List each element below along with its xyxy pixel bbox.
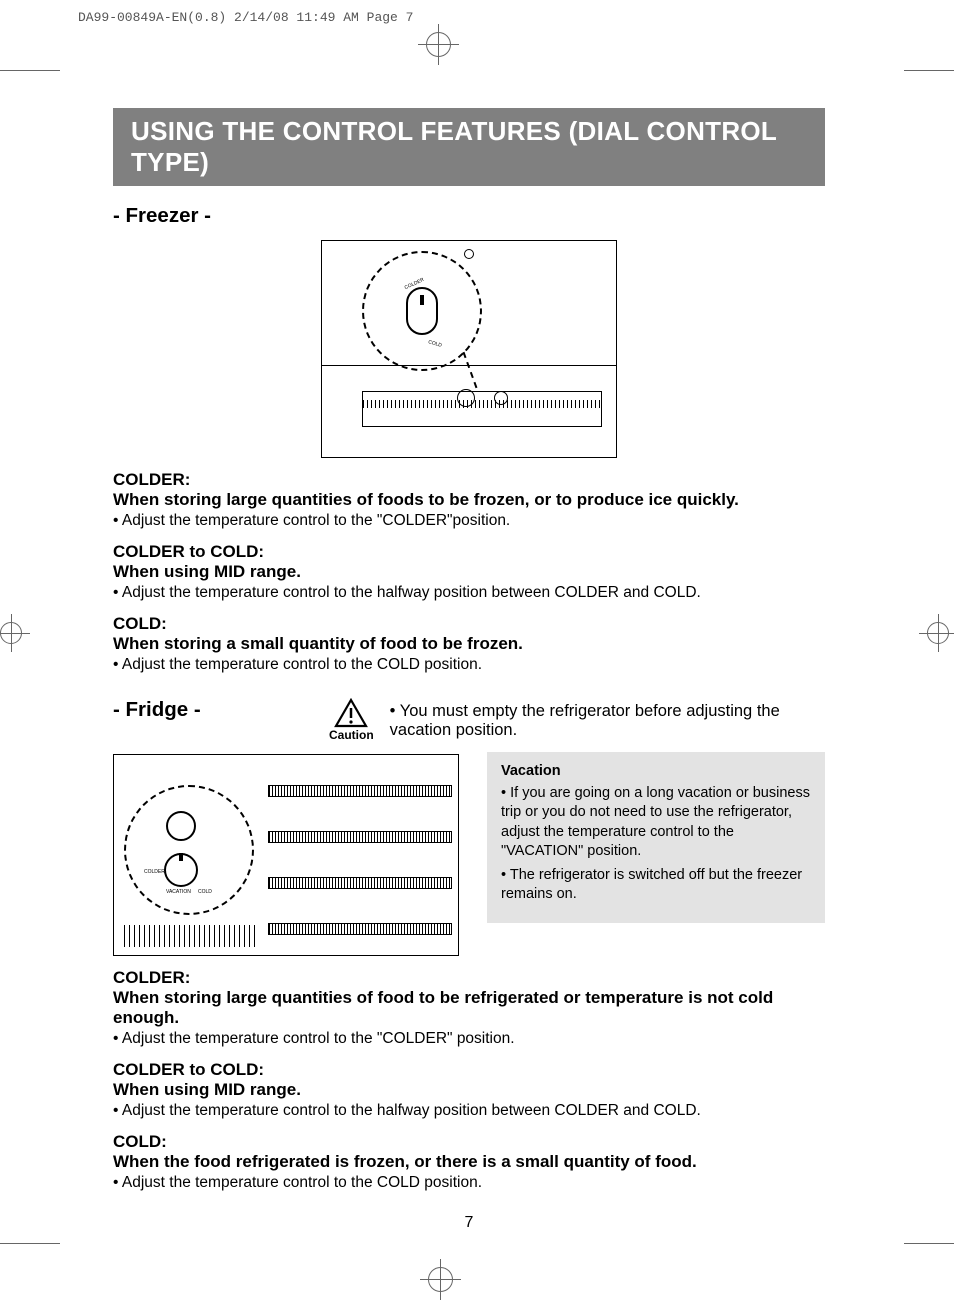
caution-label: Caution: [329, 728, 374, 742]
freezer-mid-sub: When using MID range.: [113, 562, 825, 582]
fridge-diagram: COLDER COLD VACATION: [113, 754, 459, 956]
freezer-dial-knob: [406, 287, 438, 335]
vacation-bullet-2: • The refrigerator is switched off but t…: [501, 866, 811, 905]
vacation-bullet-1: • If you are going on a long vacation or…: [501, 784, 811, 862]
print-slug: DA99-00849A-EN(0.8) 2/14/08 11:49 AM Pag…: [78, 10, 413, 25]
page-title: USING THE CONTROL FEATURES (DIAL CONTROL…: [113, 108, 825, 186]
fridge-dial-upper: [166, 811, 196, 841]
freezer-cold-sub: When storing a small quantity of food to…: [113, 634, 825, 654]
fridge-cold-sub: When the food refrigerated is frozen, or…: [113, 1152, 825, 1172]
fridge-dial-zoom: COLDER COLD VACATION: [124, 785, 254, 915]
fridge-colder-sub: When storing large quantities of food to…: [113, 988, 825, 1028]
vacation-box: Vacation • If you are going on a long va…: [487, 752, 825, 923]
freezer-colder-sub: When storing large quantities of foods t…: [113, 490, 825, 510]
fridge-mid-sub: When using MID range.: [113, 1080, 825, 1100]
fridge-colder-bullet: • Adjust the temperature control to the …: [113, 1030, 825, 1048]
fridge-heading: - Fridge -: [113, 698, 313, 722]
fridge-cold-bullet: • Adjust the temperature control to the …: [113, 1174, 825, 1192]
crop-mark: [904, 1243, 954, 1244]
freezer-cold-bullet: • Adjust the temperature control to the …: [113, 656, 825, 674]
freezer-mid-bullet: • Adjust the temperature control to the …: [113, 584, 825, 602]
dial-label-vacation: VACATION: [166, 889, 191, 895]
crop-mark: [904, 70, 954, 71]
fridge-dial-lower: [164, 853, 198, 887]
crop-mark: [438, 24, 439, 65]
caution-block: Caution: [329, 698, 374, 742]
dial-label-cold: COLD: [428, 339, 443, 348]
freezer-colder-bullet: • Adjust the temperature control to the …: [113, 512, 825, 530]
fridge-cold-heading: COLD:: [113, 1132, 825, 1152]
crop-mark: [440, 1259, 441, 1300]
caution-text: • You must empty the refrigerator before…: [390, 698, 825, 740]
fridge-mid-heading: COLDER to COLD:: [113, 1060, 825, 1080]
vacation-heading: Vacation: [501, 762, 811, 782]
freezer-heading: - Freezer -: [113, 204, 825, 228]
freezer-mid-heading: COLDER to COLD:: [113, 542, 825, 562]
page-number: 7: [113, 1214, 825, 1232]
freezer-diagram: COLDER COLD: [321, 240, 617, 458]
caution-icon: [334, 698, 368, 728]
dial-label-cold: COLD: [198, 889, 212, 895]
crop-mark: [0, 70, 60, 71]
fridge-mid-bullet: • Adjust the temperature control to the …: [113, 1102, 825, 1120]
fridge-colder-heading: COLDER:: [113, 968, 825, 988]
freezer-colder-heading: COLDER:: [113, 470, 825, 490]
freezer-cold-heading: COLD:: [113, 614, 825, 634]
crop-mark: [0, 1243, 60, 1244]
dial-label-colder: COLDER: [144, 869, 165, 875]
page-content: USING THE CONTROL FEATURES (DIAL CONTROL…: [113, 108, 825, 1232]
